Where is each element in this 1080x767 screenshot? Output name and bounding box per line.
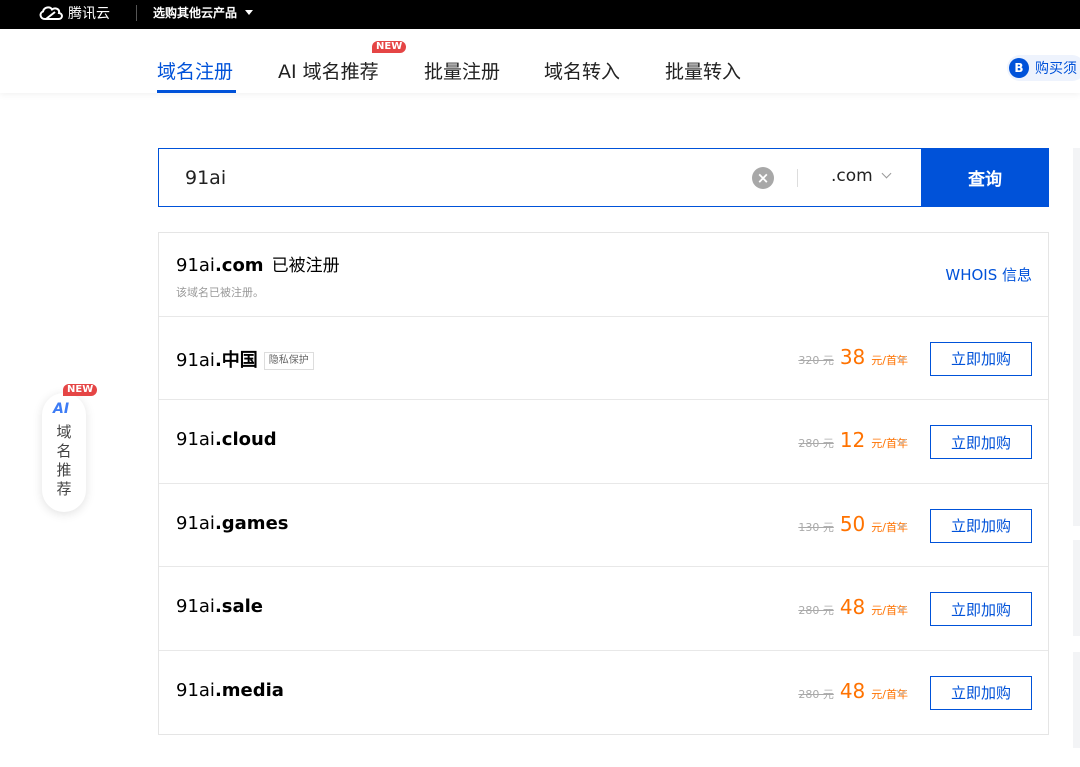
original-price: 320 元 (798, 353, 834, 367)
domain-name: 91ai.cloud (176, 429, 277, 450)
original-price: 280 元 (798, 687, 834, 701)
new-badge: NEW (372, 41, 407, 53)
topbar-divider (136, 5, 137, 21)
sale-price: 48 (839, 678, 866, 703)
domain-tld: .media (214, 679, 284, 701)
domain-tld: .中国 (214, 349, 258, 371)
caret-down-icon (245, 10, 254, 15)
tab-ai-domain-recommend[interactable]: AI 域名推荐 (278, 57, 379, 84)
search-button[interactable]: 查询 (921, 148, 1049, 207)
sale-price: 12 (839, 428, 866, 452)
price-area: 320 元 38 元/首年 (798, 345, 908, 369)
purchase-guide-label: 购买须 (1035, 61, 1077, 77)
logo-text: 腾讯云 (68, 6, 110, 22)
sale-price: 38 (839, 344, 866, 369)
side-panel-edge (1073, 652, 1080, 748)
tab-domain-transfer[interactable]: 域名转入 (544, 57, 620, 84)
cloud-logo-icon (39, 6, 63, 20)
side-panel-edge (1073, 540, 1080, 636)
domain-name: 91ai.games (176, 513, 288, 534)
active-tab-indicator (157, 90, 236, 93)
ai-recommend-label: 域名推荐 (56, 423, 72, 498)
search-results: 91ai.com 已被注册 该域名已被注册。 WHOIS 信息 91ai.中国 隐私… (158, 232, 1049, 735)
ai-sparkle-icon: AI (53, 401, 70, 417)
domain-name-base: 91ai (176, 512, 215, 534)
domain-name-base: 91ai (176, 429, 215, 450)
tencent-cloud-logo[interactable]: 腾讯云 (38, 3, 110, 23)
domain-name: 91ai.中国 隐私保护 (176, 346, 314, 372)
price-area: 280 元 48 元/首年 (798, 595, 908, 619)
price-area: 280 元 12 元/首年 (798, 428, 908, 452)
result-row-registered: 91ai.com 已被注册 该域名已被注册。 WHOIS 信息 (159, 233, 1048, 317)
price-area: 130 元 50 元/首年 (798, 512, 908, 536)
price-area: 280 元 48 元/首年 (798, 679, 908, 703)
domain-tld: .cloud (214, 429, 277, 450)
domain-name-base: 91ai (176, 596, 215, 617)
tld-select[interactable]: .com (831, 166, 892, 186)
original-price: 280 元 (798, 437, 834, 450)
domain-name: 91ai.com 已被注册 (176, 251, 340, 276)
new-badge: NEW (63, 384, 98, 396)
search-divider (797, 169, 798, 187)
privacy-tag: 隐私保护 (263, 351, 314, 370)
tab-domain-register[interactable]: 域名注册 (157, 57, 233, 84)
sale-price: 50 (839, 511, 866, 536)
domain-tld: .com (214, 255, 264, 276)
result-row: 91ai.media 280 元 48 元/首年 立即加购 (159, 651, 1048, 735)
domain-name: 91ai.media (176, 680, 284, 701)
result-row: 91ai.sale 280 元 48 元/首年 立即加购 (159, 567, 1048, 651)
original-price: 130 元 (798, 520, 834, 534)
registered-note: 该域名已被注册。 (176, 286, 264, 299)
result-row: 91ai.games 130 元 50 元/首年 立即加购 (159, 484, 1048, 567)
clear-icon[interactable]: × (752, 167, 774, 189)
whois-link[interactable]: WHOIS 信息 (945, 264, 1032, 285)
add-to-cart-button[interactable]: 立即加购 (930, 425, 1032, 459)
ai-recommend-float-button[interactable]: NEW AI 域名推荐 (42, 384, 98, 512)
tab-batch-register[interactable]: 批量注册 (424, 57, 500, 84)
domain-tld: .games (214, 512, 289, 534)
domain-search-box: × .com (158, 148, 922, 207)
add-to-cart-button[interactable]: 立即加购 (930, 341, 1032, 376)
top-bar: 腾讯云 选购其他云产品 (0, 0, 1080, 29)
domain-name-base: 91ai (176, 679, 215, 701)
domain-name-base: 91ai (176, 255, 215, 276)
add-to-cart-button[interactable]: 立即加购 (930, 675, 1032, 710)
chevron-down-icon (881, 168, 892, 179)
side-panel-edge (1073, 148, 1080, 526)
registered-status: 已被注册 (271, 256, 340, 276)
original-price: 280 元 (798, 604, 834, 617)
guide-icon: B (1009, 58, 1029, 78)
result-row: 91ai.cloud 280 元 12 元/首年 立即加购 (159, 400, 1048, 484)
other-products-menu[interactable]: 选购其他云产品 (153, 4, 254, 21)
domain-name-base: 91ai (176, 349, 215, 371)
domain-search-input[interactable] (185, 163, 745, 193)
other-products-label: 选购其他云产品 (153, 6, 238, 20)
domain-name: 91ai.sale (176, 596, 263, 617)
sale-price: 48 (839, 595, 866, 619)
domain-tld: .sale (214, 596, 264, 617)
tab-bar: 域名注册 AI 域名推荐 NEW 批量注册 域名转入 批量转入 B 购买须 (0, 29, 1080, 93)
add-to-cart-button[interactable]: 立即加购 (930, 592, 1032, 626)
result-row: 91ai.中国 隐私保护 320 元 38 元/首年 立即加购 (159, 317, 1048, 400)
purchase-guide-button[interactable]: B 购买须 (1007, 55, 1080, 81)
tld-select-value: .com (831, 166, 873, 186)
tab-batch-transfer[interactable]: 批量转入 (665, 57, 741, 84)
add-to-cart-button[interactable]: 立即加购 (930, 508, 1032, 543)
